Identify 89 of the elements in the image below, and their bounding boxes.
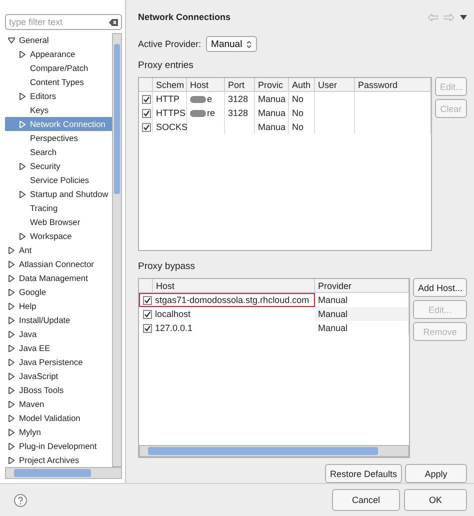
tree-item[interactable]: Tracing: [5, 201, 112, 215]
tree-item[interactable]: Startup and Shutdow: [5, 187, 112, 201]
checkbox[interactable]: [142, 108, 151, 118]
table-cell-text: SOCKS: [156, 121, 188, 134]
table-cell-text: Manua: [258, 107, 286, 120]
dialog-button[interactable]: Cancel: [332, 489, 400, 511]
tree-item[interactable]: Workspace: [5, 229, 112, 243]
tree-item[interactable]: Ant: [5, 243, 112, 257]
table-cell-text: HTTP: [156, 93, 180, 106]
section-title: Proxy entries: [138, 60, 194, 71]
dialog-button[interactable]: OK: [404, 489, 467, 511]
table-cell-text: localhost: [155, 308, 191, 321]
column-header[interactable]: Host: [187, 78, 225, 92]
table-cell-text: No: [292, 121, 304, 134]
tree-item[interactable]: Content Types: [5, 75, 112, 89]
column-header[interactable]: Port: [225, 78, 255, 92]
column-header[interactable]: Host: [153, 279, 315, 293]
column-header[interactable]: Password: [355, 78, 431, 92]
tree-item[interactable]: Security: [5, 159, 112, 173]
horizontal-scrollbar[interactable]: [139, 445, 409, 457]
column-header[interactable]: Provider: [315, 279, 409, 293]
tree-item[interactable]: Install/Update: [5, 313, 112, 327]
page-title: Network Connections: [138, 12, 231, 22]
tree-item[interactable]: Keys: [5, 103, 112, 117]
tree-item[interactable]: Google: [5, 285, 112, 299]
spinner-arrows-icon: [246, 40, 252, 48]
help-icon[interactable]: [14, 494, 27, 506]
tree-item[interactable]: Editors: [5, 89, 112, 103]
checkbox[interactable]: [143, 310, 152, 318]
table-cell-text: 3128: [228, 93, 248, 106]
tree-item[interactable]: Web Browser: [5, 215, 112, 229]
collapsed-arrow-icon[interactable]: [19, 92, 26, 100]
tree-item[interactable]: Plug-in Development: [5, 439, 112, 453]
tree-item[interactable]: Compare/Patch: [5, 61, 112, 75]
column-header: [139, 78, 153, 92]
collapsed-arrow-icon[interactable]: [19, 50, 26, 58]
collapsed-arrow-icon[interactable]: [19, 190, 26, 198]
tree-item[interactable]: Search: [5, 145, 112, 159]
tree-item[interactable]: Java Persistence: [5, 355, 112, 369]
page-button[interactable]: Restore Defaults: [324, 464, 402, 483]
table-cell-text: 3128: [228, 107, 248, 120]
tree-item[interactable]: Data Management: [5, 271, 112, 285]
redaction-blur: [190, 110, 206, 116]
checkbox[interactable]: [143, 324, 152, 332]
column-header[interactable]: Auth: [289, 78, 315, 92]
filter-field[interactable]: type filter text: [5, 14, 122, 30]
tree-item[interactable]: Model Validation: [5, 411, 112, 425]
column-header[interactable]: Schem: [153, 78, 187, 92]
table-button[interactable]: Add Host...: [413, 278, 467, 297]
checkbox[interactable]: [142, 94, 151, 104]
page-button[interactable]: Apply: [405, 464, 467, 483]
table-cell-text: Manua: [258, 121, 286, 134]
collapsed-arrow-icon[interactable]: [19, 162, 26, 170]
tree-item[interactable]: Service Policies: [5, 173, 112, 187]
horizontal-scrollbar[interactable]: [5, 467, 122, 479]
section-title: Proxy bypass: [138, 261, 196, 272]
table-cell-text: re: [207, 107, 216, 120]
column-header: [139, 279, 153, 293]
table-cell-text: e: [207, 93, 212, 106]
column-header[interactable]: Provic: [255, 78, 289, 92]
redaction-blur: [190, 96, 206, 102]
expanded-arrow-icon[interactable]: [8, 36, 15, 44]
vertical-scrollbar[interactable]: [112, 33, 122, 467]
tree-item[interactable]: JavaScript: [5, 369, 112, 383]
column-header[interactable]: User: [315, 78, 355, 92]
table-cell: Manual: [315, 307, 409, 321]
table-cell-text: Manua: [258, 93, 286, 106]
tree-item[interactable]: General: [5, 33, 112, 47]
tree-item[interactable]: Atlassian Connector: [5, 257, 112, 271]
menu-icon[interactable]: [460, 14, 467, 20]
tree-item[interactable]: Maven: [5, 397, 112, 411]
table-cell-text: stgas71-domodossola.stg.rhcloud.com: [155, 294, 310, 307]
table-cell-text: No: [292, 93, 304, 106]
checkbox[interactable]: [143, 296, 152, 304]
table-cell-text: HTTPS: [156, 107, 186, 120]
clear-icon[interactable]: [109, 19, 118, 26]
tree-item[interactable]: Mylyn: [5, 425, 112, 439]
provider-select[interactable]: Manual: [206, 36, 258, 52]
table-cell-text: No: [292, 107, 304, 120]
tree-item[interactable]: Project Archives: [5, 453, 112, 467]
tree-item[interactable]: Help: [5, 299, 112, 313]
tree-item[interactable]: JBoss Tools: [5, 383, 112, 397]
tree-item[interactable]: Perspectives: [5, 131, 112, 145]
checkbox[interactable]: [142, 122, 151, 132]
tree-item[interactable]: Appearance: [5, 47, 112, 61]
provider-label: Active Provider:: [138, 39, 202, 49]
tree-item[interactable]: Java EE: [5, 341, 112, 355]
table-cell-text: 127.0.0.1: [155, 322, 193, 335]
tree-item[interactable]: Java: [5, 327, 112, 341]
